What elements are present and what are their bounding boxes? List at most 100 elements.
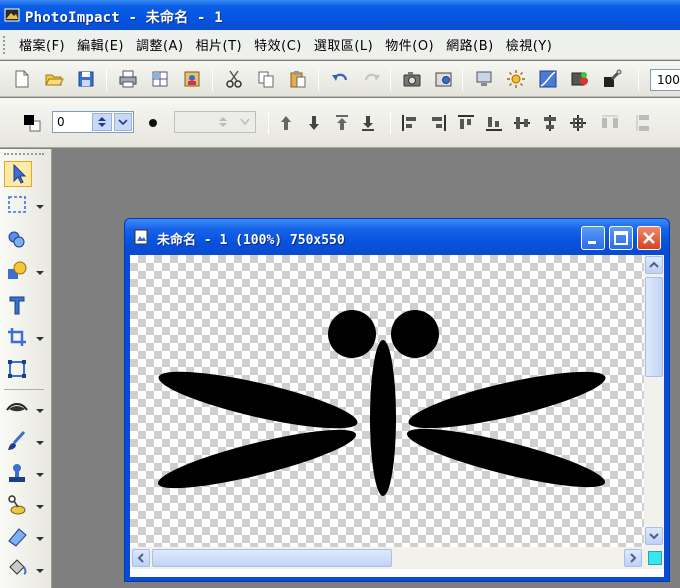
toolbar-separator bbox=[106, 69, 107, 91]
crop-tool[interactable] bbox=[4, 325, 32, 351]
align-bottom-icon[interactable] bbox=[484, 113, 504, 133]
clone-tool[interactable] bbox=[4, 493, 32, 519]
stamp-tool[interactable] bbox=[4, 461, 32, 487]
paint-brush-tool[interactable] bbox=[4, 429, 32, 455]
lasso-tool[interactable] bbox=[4, 227, 32, 253]
eraser-tool[interactable] bbox=[4, 525, 32, 551]
chevron-down-icon[interactable] bbox=[36, 536, 44, 542]
redo-icon bbox=[364, 73, 380, 81]
scroll-up-button[interactable] bbox=[645, 256, 663, 274]
menu-web[interactable]: 網路(B) bbox=[440, 35, 500, 54]
eyedropper-icon[interactable] bbox=[602, 69, 622, 89]
menu-file[interactable]: 檔案(F) bbox=[13, 35, 71, 54]
maximize-icon bbox=[614, 231, 628, 245]
menu-photo[interactable]: 相片(T) bbox=[190, 35, 249, 54]
align-center-both-icon[interactable] bbox=[568, 113, 588, 133]
eye-retouch-tool[interactable] bbox=[4, 397, 32, 423]
document-client-area bbox=[130, 255, 664, 577]
toolbar-separator bbox=[638, 69, 639, 91]
image-canvas[interactable] bbox=[130, 255, 644, 547]
save-disk-icon[interactable] bbox=[76, 69, 96, 89]
move-up-arrow-icon[interactable] bbox=[276, 113, 296, 133]
chevron-right-icon bbox=[630, 553, 637, 563]
fill-tool[interactable] bbox=[4, 557, 32, 583]
eraser-icon bbox=[8, 528, 27, 547]
minimize-button[interactable] bbox=[581, 226, 605, 250]
size-spinner[interactable] bbox=[92, 113, 112, 131]
align-center-horizontal-icon[interactable] bbox=[540, 113, 560, 133]
crop-icon bbox=[8, 328, 26, 346]
close-button[interactable] bbox=[637, 226, 661, 250]
toolbar-separator bbox=[212, 69, 213, 91]
eye-icon bbox=[6, 403, 28, 412]
new-file-icon[interactable] bbox=[12, 69, 32, 89]
menubar-grip[interactable] bbox=[3, 35, 7, 54]
camera-icon[interactable] bbox=[402, 69, 422, 89]
zoom-level-field[interactable]: 100 bbox=[650, 69, 680, 91]
align-right-icon[interactable] bbox=[428, 113, 448, 133]
vertical-scrollbar[interactable] bbox=[644, 255, 664, 547]
align-top-icon[interactable] bbox=[456, 113, 476, 133]
size-dropdown-button[interactable] bbox=[114, 113, 132, 131]
photo-frame-icon[interactable] bbox=[182, 69, 202, 89]
brush-dot-icon bbox=[149, 119, 157, 127]
vertical-scroll-thumb[interactable] bbox=[645, 277, 663, 377]
scroll-left-button[interactable] bbox=[132, 549, 150, 567]
arrow-pointer-icon bbox=[13, 163, 27, 184]
chevron-down-icon[interactable] bbox=[36, 408, 44, 414]
undo-icon[interactable] bbox=[330, 69, 350, 89]
maximize-button[interactable] bbox=[609, 226, 633, 250]
standard-selection-tool[interactable] bbox=[4, 193, 32, 219]
chevron-down-icon[interactable] bbox=[36, 504, 44, 510]
transform-tool[interactable] bbox=[4, 357, 32, 383]
color-swatch-icon[interactable] bbox=[22, 113, 42, 133]
open-folder-icon[interactable] bbox=[44, 69, 64, 89]
document-titlebar[interactable]: 未命名 - 1 (100%) 750x550 bbox=[125, 219, 669, 253]
grid-view-icon[interactable] bbox=[150, 69, 170, 89]
align-left-icon[interactable] bbox=[400, 113, 420, 133]
text-tool[interactable] bbox=[4, 293, 32, 319]
chevron-up-icon bbox=[649, 261, 659, 268]
scroll-right-button[interactable] bbox=[624, 549, 642, 567]
cut-scissors-icon[interactable] bbox=[224, 69, 244, 89]
scroll-down-button[interactable] bbox=[645, 527, 663, 545]
chevron-down-icon[interactable] bbox=[36, 472, 44, 478]
menu-selection[interactable]: 選取區(L) bbox=[308, 35, 379, 54]
menu-object[interactable]: 物件(O) bbox=[379, 35, 440, 54]
disabled-value-input bbox=[174, 111, 256, 133]
chevron-down-icon[interactable] bbox=[36, 440, 44, 446]
menu-edit[interactable]: 編輯(E) bbox=[71, 35, 130, 54]
monitor-icon[interactable] bbox=[474, 69, 494, 89]
pick-tool[interactable] bbox=[4, 161, 32, 187]
horizontal-scroll-thumb[interactable] bbox=[152, 549, 392, 567]
lasso-icon bbox=[8, 231, 25, 248]
move-to-top-icon[interactable] bbox=[332, 113, 352, 133]
app-titlebar: PhotoImpact - 未命名 - 1 bbox=[0, 0, 680, 30]
distribute-horizontal-icon bbox=[602, 115, 618, 128]
tool-panel-grip[interactable] bbox=[4, 153, 44, 156]
menu-effect[interactable]: 特效(C) bbox=[248, 35, 308, 54]
color-balance-icon[interactable] bbox=[570, 69, 590, 89]
standard-toolbar bbox=[0, 61, 680, 97]
horizontal-scrollbar[interactable] bbox=[130, 547, 644, 569]
menu-adjust[interactable]: 調整(A) bbox=[130, 35, 190, 54]
move-down-arrow-icon[interactable] bbox=[304, 113, 324, 133]
magic-wand-tool[interactable] bbox=[4, 259, 32, 285]
tone-curve-icon[interactable] bbox=[538, 69, 558, 89]
chevron-down-icon[interactable] bbox=[36, 270, 44, 276]
navigator-swatch[interactable] bbox=[648, 551, 662, 565]
scanner-icon[interactable] bbox=[434, 69, 454, 89]
move-to-bottom-icon[interactable] bbox=[358, 113, 378, 133]
document-icon[interactable] bbox=[133, 229, 149, 245]
chevron-down-icon[interactable] bbox=[36, 204, 44, 210]
spinner-up-down-icon bbox=[98, 117, 106, 127]
chevron-down-icon[interactable] bbox=[36, 568, 44, 574]
align-center-vertical-icon[interactable] bbox=[512, 113, 532, 133]
brightness-sun-icon[interactable] bbox=[506, 69, 526, 89]
paste-clipboard-icon[interactable] bbox=[288, 69, 308, 89]
chevron-down-icon[interactable] bbox=[36, 336, 44, 342]
dragonfly-graphic[interactable] bbox=[130, 255, 644, 547]
menu-view[interactable]: 檢視(Y) bbox=[500, 35, 559, 54]
print-icon[interactable] bbox=[118, 69, 138, 89]
copy-icon[interactable] bbox=[256, 69, 276, 89]
